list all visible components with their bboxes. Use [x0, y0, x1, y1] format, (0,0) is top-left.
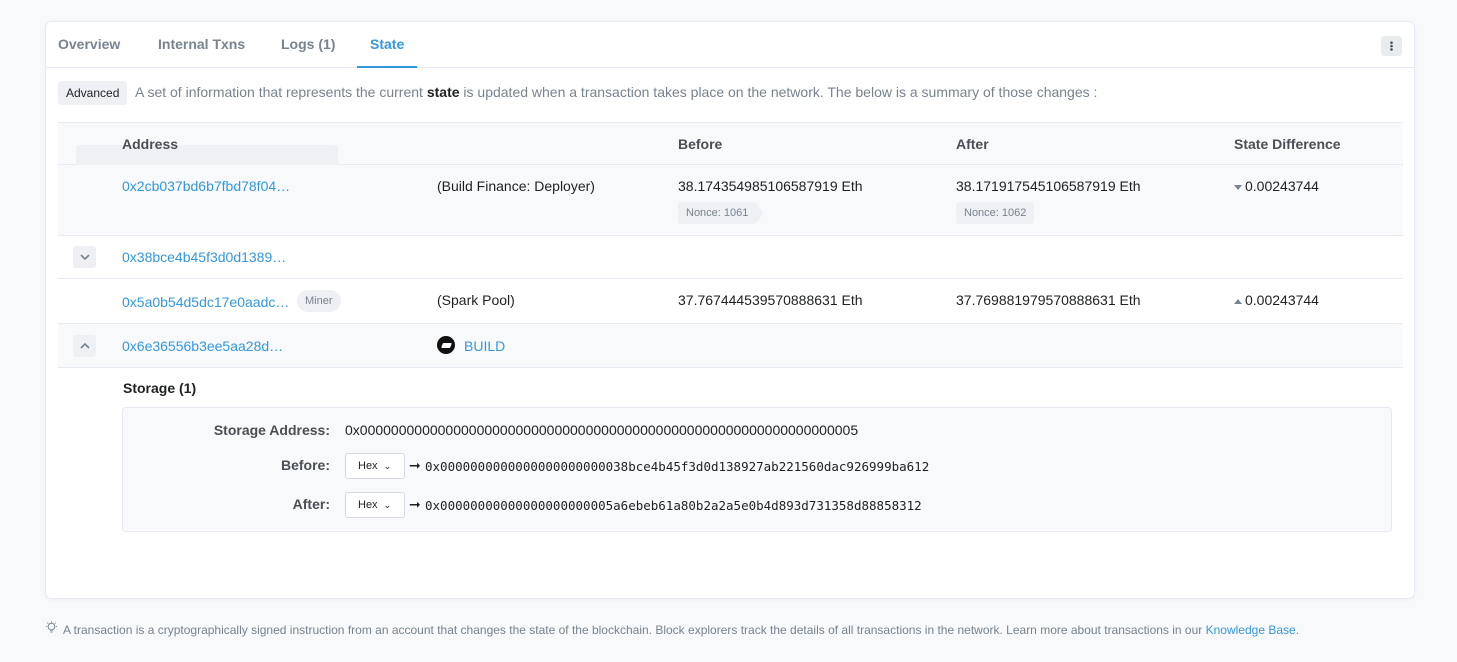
build-token-icon [437, 336, 455, 354]
state-difference: 0.00243744 [1234, 292, 1319, 308]
storage-before-label: Before: [280, 457, 330, 473]
token-link[interactable]: BUILD [464, 338, 505, 354]
format-label: Hex [358, 460, 378, 472]
table-row: 0x38bce4b45f3d0d1389… [58, 236, 1403, 279]
storage-panel: Storage Address: 0x000000000000000000000… [122, 407, 1392, 532]
tab-overview[interactable]: Overview [58, 22, 120, 68]
after-balance: 37.769881979570888631 Eth [956, 292, 1141, 308]
state-difference-value: 0.00243744 [1245, 292, 1319, 308]
vertical-ellipsis-icon [1390, 41, 1393, 51]
footer-end: . [1295, 623, 1300, 637]
footer-text: A transaction is a cryptographically sig… [63, 623, 1203, 637]
storage-address-label: Storage Address: [213, 422, 330, 438]
before-format-select[interactable]: Hex ⌄ [345, 453, 405, 479]
table-header: Address Before After State Difference [58, 122, 1403, 167]
storage-after-value: 0x00000000000000000000005a6ebeb61a80b2a2… [425, 498, 922, 513]
transaction-card: Overview Internal Txns Logs (1) State Ad… [45, 21, 1415, 599]
advanced-badge: Advanced [58, 81, 128, 105]
table-row: 0x5a0b54d5dc17e0aadc… Miner (Spark Pool)… [58, 279, 1403, 324]
caret-up-icon [1234, 298, 1242, 304]
after-balance: 38.171917545106587919 Eth [956, 178, 1141, 194]
storage-address-value: 0x00000000000000000000000000000000000000… [345, 422, 859, 438]
address-link[interactable]: 0x5a0b54d5dc17e0aadc… [122, 294, 289, 310]
ghost-placeholder [76, 145, 338, 167]
tab-logs[interactable]: Logs (1) [281, 22, 335, 68]
arrow-right-icon: ➞ [409, 457, 421, 473]
before-nonce: Nonce: 1061 [678, 202, 764, 224]
chevron-up-icon [79, 343, 90, 349]
before-balance: 38.174354985106587919 Eth [678, 178, 863, 194]
table-row: 0x2cb037bd6b7fbd78f04… (Build Finance: D… [58, 165, 1403, 236]
state-difference: 0.00243744 [1234, 178, 1319, 194]
header-address: Address [122, 136, 179, 152]
arrow-right-icon: ➞ [409, 496, 421, 512]
storage-after-label: After: [292, 496, 330, 512]
table-row: 0x6e36556b3ee5aa28d… BUILD [58, 324, 1403, 368]
chevron-down-icon [79, 254, 90, 260]
footer-note: A transaction is a cryptographically sig… [45, 621, 1299, 637]
knowledge-base-link[interactable]: Knowledge Base [1206, 623, 1296, 637]
chevron-down-icon: ⌄ [383, 461, 392, 471]
intro-text-before: A set of information that represents the… [135, 84, 423, 100]
state-difference-value: 0.00243744 [1245, 178, 1319, 194]
after-nonce: Nonce: 1062 [956, 202, 1035, 224]
state-intro-text: A set of information that represents the… [135, 84, 1097, 100]
intro-text-after: is updated when a transaction takes plac… [463, 84, 1098, 100]
header-state-difference: State Difference [1234, 136, 1341, 152]
address-label: (Build Finance: Deployer) [437, 178, 595, 194]
storage-before-value: 0x0000000000000000000000038bce4b45f3d0d1… [425, 459, 930, 474]
address-link[interactable]: 0x38bce4b45f3d0d1389… [122, 249, 286, 265]
format-label: Hex [358, 499, 378, 511]
header-before: Before [678, 136, 723, 152]
lightbulb-icon [45, 621, 59, 637]
address-link[interactable]: 0x2cb037bd6b7fbd78f04… [122, 178, 290, 194]
collapse-toggle-button[interactable] [73, 335, 96, 357]
tab-bar: Overview Internal Txns Logs (1) State [46, 22, 1414, 68]
tab-state[interactable]: State [357, 22, 418, 68]
header-after: After [956, 136, 989, 152]
after-format-select[interactable]: Hex ⌄ [345, 492, 405, 518]
more-options-button[interactable] [1381, 36, 1402, 56]
address-label: (Spark Pool) [437, 292, 515, 308]
chevron-down-icon: ⌄ [383, 500, 392, 510]
storage-title: Storage (1) [123, 380, 197, 396]
caret-down-icon [1234, 184, 1242, 190]
expand-toggle-button[interactable] [73, 246, 96, 268]
before-balance: 37.767444539570888631 Eth [678, 292, 863, 308]
intro-bold: state [426, 84, 460, 100]
miner-badge: Miner [297, 290, 341, 312]
tab-internal-txns[interactable]: Internal Txns [158, 22, 245, 68]
address-link[interactable]: 0x6e36556b3ee5aa28d… [122, 338, 283, 354]
